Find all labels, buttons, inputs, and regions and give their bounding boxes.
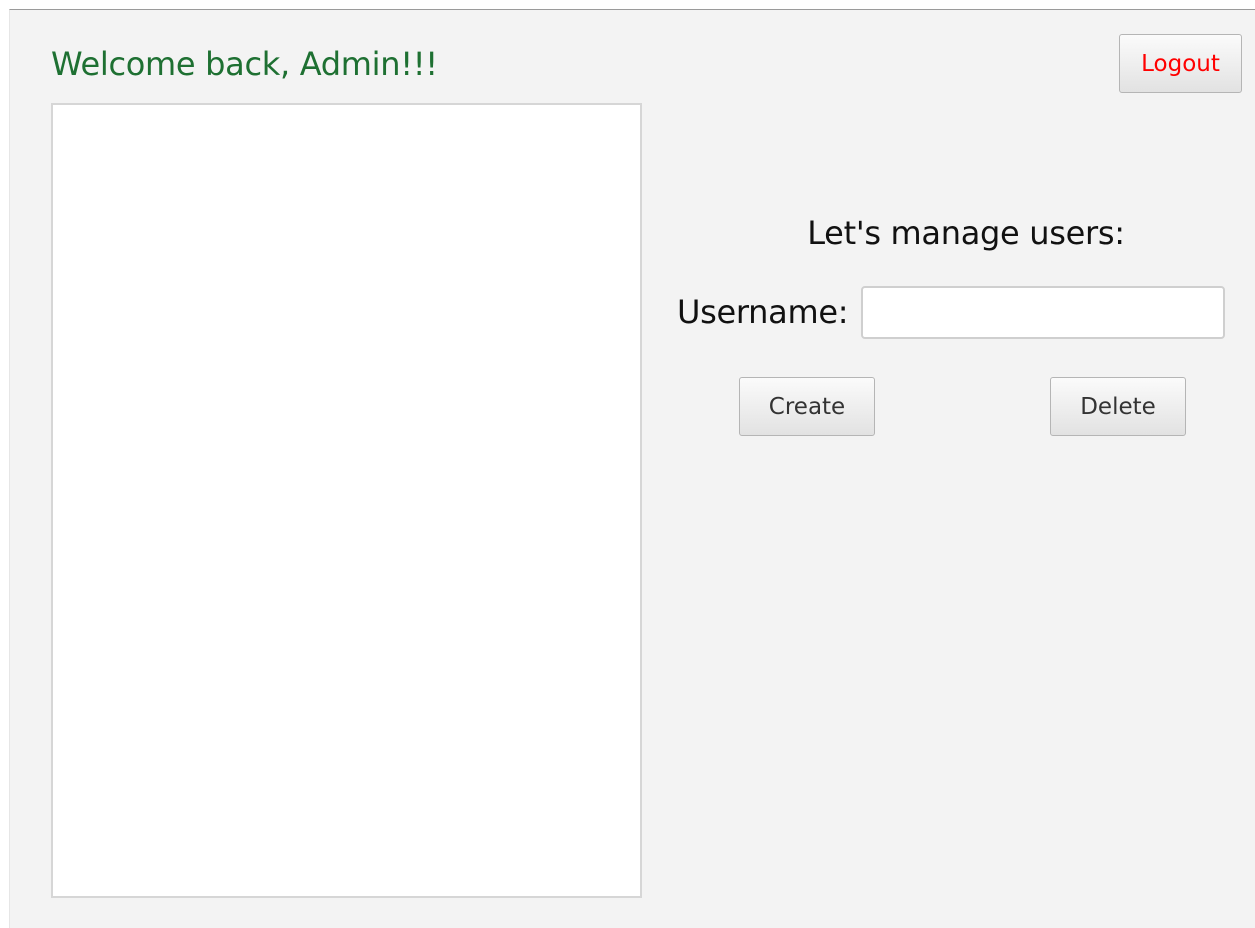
logout-button[interactable]: Logout bbox=[1119, 34, 1242, 93]
create-button-label: Create bbox=[768, 393, 846, 420]
manage-users-title: Let's manage users: bbox=[807, 214, 1125, 252]
create-button[interactable]: Create bbox=[739, 377, 875, 436]
app-window: Welcome back, Admin!!! Logout Let's mana… bbox=[9, 9, 1255, 928]
welcome-message: Welcome back, Admin!!! bbox=[51, 45, 438, 83]
user-list[interactable] bbox=[51, 103, 642, 898]
logout-button-label: Logout bbox=[1141, 50, 1220, 77]
username-input[interactable] bbox=[861, 286, 1225, 339]
delete-button-label: Delete bbox=[1080, 393, 1156, 420]
username-label: Username: bbox=[677, 293, 849, 331]
delete-button[interactable]: Delete bbox=[1050, 377, 1186, 436]
